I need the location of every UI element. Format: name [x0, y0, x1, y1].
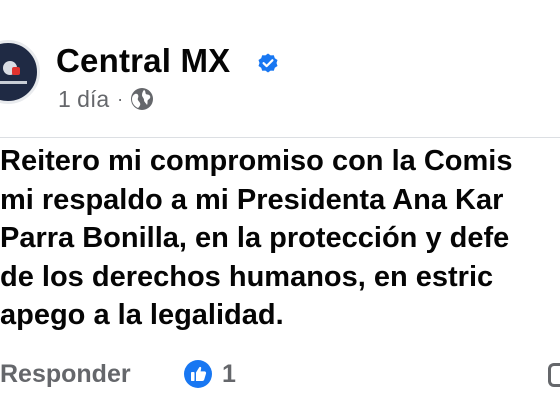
post-timestamp[interactable]: 1 día — [58, 84, 109, 114]
reply-button[interactable]: Responder — [0, 359, 131, 389]
comment-actions: Responder 1 — [0, 359, 560, 389]
page-avatar[interactable] — [0, 40, 40, 104]
comment-line: de los derechos humanos, en estric — [0, 260, 494, 293]
post-header: Central MX 1 día · — [0, 0, 560, 137]
meta-separator: · — [117, 89, 124, 109]
globe-icon — [131, 88, 154, 110]
comment-line: Parra Bonilla, en la protección y defe — [0, 222, 510, 254]
comment-bubble: Reitero mi compromiso con la Comis mi re… — [0, 138, 560, 404]
more-options-icon[interactable] — [548, 363, 560, 387]
comment-line: Reitero mi compromiso con la Comis — [0, 145, 513, 177]
like-thumb-icon[interactable] — [183, 359, 213, 389]
post-meta: 1 día · — [58, 84, 155, 114]
avatar-logo-accent — [12, 67, 20, 75]
comment-text: Reitero mi compromiso con la Comis mi re… — [0, 142, 560, 335]
comment-line: apego a la legalidad. — [0, 299, 284, 331]
comment-line: mi respaldo a mi Presidenta Ana Kar — [0, 183, 504, 216]
page-name[interactable]: Central MX — [56, 42, 230, 80]
verified-badge-icon — [258, 53, 278, 73]
like-count: 1 — [222, 360, 236, 388]
avatar-logo-band — [0, 81, 27, 84]
